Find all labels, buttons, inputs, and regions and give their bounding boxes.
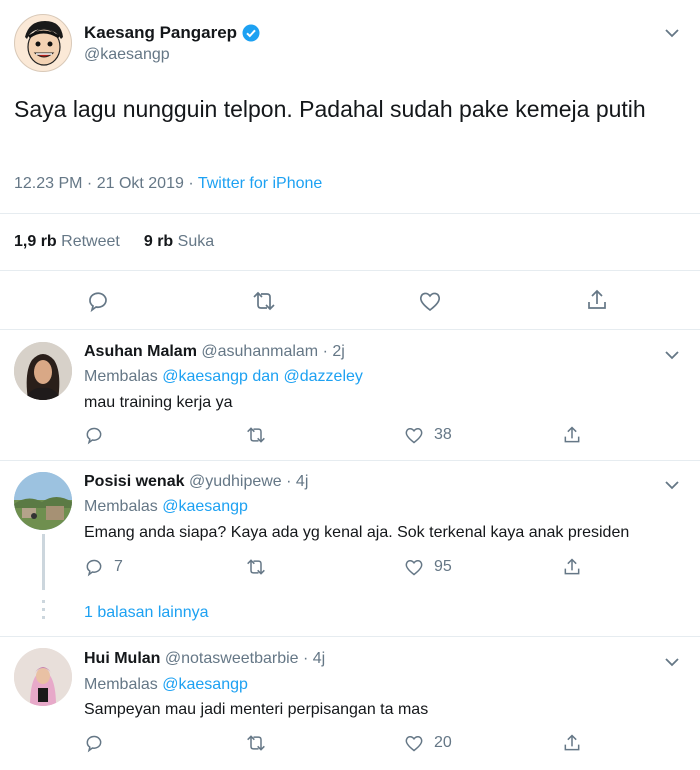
divider — [0, 636, 700, 637]
reply-icon — [86, 559, 102, 577]
like-button[interactable]: 20 — [404, 733, 452, 753]
share-button[interactable] — [562, 733, 582, 753]
share-button[interactable] — [562, 557, 582, 577]
mention-link[interactable]: @kaesangp — [162, 368, 248, 385]
share-button[interactable] — [585, 288, 609, 312]
like-count: 9 rb — [143, 233, 174, 250]
like-button[interactable]: 38 — [404, 425, 452, 445]
share-icon — [564, 558, 580, 575]
reply-button[interactable] — [84, 425, 114, 445]
reply-text: Sampeyan mau jadi menteri perpisangan ta… — [84, 701, 429, 718]
reply-button[interactable] — [86, 289, 110, 313]
reply-age[interactable]: · 4j — [286, 473, 308, 490]
reply-author-handle[interactable]: @asuhanmalam — [201, 343, 318, 360]
replying-and: dan — [252, 368, 280, 385]
retweet-icon — [247, 559, 265, 575]
verified-badge-icon — [242, 24, 260, 42]
chevron-down-icon[interactable] — [664, 655, 686, 669]
replying-to: Membalas @kaesangp — [84, 498, 248, 516]
reply-author-handle[interactable]: @yudhipewe — [189, 473, 282, 490]
retweet-icon — [247, 427, 265, 443]
chevron-down-icon[interactable] — [664, 478, 686, 492]
share-icon — [564, 734, 580, 751]
tweet-text: Saya lagu nungguin telpon. Padahal sudah… — [14, 96, 646, 122]
like-icon — [405, 736, 423, 752]
reply-author-name[interactable]: Posisi wenak — [84, 473, 185, 490]
mention-link[interactable]: @dazzeley — [284, 368, 363, 385]
share-icon — [588, 289, 606, 309]
tweet-source-link[interactable]: Twitter for iPhone — [198, 175, 323, 192]
like-count: 38 — [434, 426, 452, 443]
reply-icon — [86, 735, 102, 753]
reply-age[interactable]: · 2j — [323, 343, 345, 360]
replying-to: Membalas @kaesangp dan @dazzeley — [84, 368, 363, 386]
mention-link[interactable]: @kaesangp — [162, 676, 248, 693]
divider — [0, 270, 700, 271]
retweet-label: Retweet — [61, 233, 120, 250]
tweet-timestamp[interactable]: 12.23 PM · 21 Okt 2019 — [14, 175, 184, 192]
retweet-button[interactable] — [244, 425, 278, 445]
retweet-button[interactable] — [244, 557, 278, 577]
like-button[interactable] — [418, 289, 442, 313]
share-button[interactable] — [562, 425, 582, 445]
avatar[interactable] — [14, 342, 72, 400]
reply-button[interactable] — [84, 733, 114, 753]
tweet-stats: 1,9 rb Retweet 9 rb Suka — [14, 233, 214, 251]
retweet-stat[interactable]: 1,9 rb Retweet — [14, 233, 120, 251]
avatar[interactable] — [14, 14, 72, 72]
thread-dots — [42, 600, 45, 626]
reply-button[interactable]: 7 — [84, 557, 123, 577]
divider — [0, 213, 700, 214]
retweet-icon — [247, 735, 265, 751]
reply-text: mau training kerja ya — [84, 394, 233, 411]
replying-prefix: Membalas — [84, 498, 158, 515]
replying-to: Membalas @kaesangp — [84, 676, 248, 694]
reply-count: 7 — [114, 558, 123, 575]
reply-icon — [89, 292, 107, 313]
reply-age[interactable]: · 4j — [303, 650, 325, 667]
replying-prefix: Membalas — [84, 676, 158, 693]
like-icon — [419, 292, 441, 312]
avatar[interactable] — [14, 648, 72, 706]
reply-author-handle[interactable]: @notasweetbarbie — [165, 650, 299, 667]
retweet-button[interactable] — [244, 733, 278, 753]
author-name[interactable]: Kaesang Pangarep — [84, 23, 237, 43]
share-icon — [564, 426, 580, 443]
replying-prefix: Membalas — [84, 368, 158, 385]
like-count: 95 — [434, 558, 452, 575]
like-button[interactable]: 95 — [404, 557, 452, 577]
chevron-down-icon[interactable] — [664, 26, 686, 40]
divider — [0, 460, 700, 461]
author-handle[interactable]: @kaesangp — [84, 46, 170, 64]
reply-author-name[interactable]: Asuhan Malam — [84, 343, 197, 360]
like-stat[interactable]: 9 rb Suka — [144, 233, 214, 251]
like-icon — [405, 560, 423, 576]
chevron-down-icon[interactable] — [664, 348, 686, 362]
like-count: 20 — [434, 734, 452, 751]
more-replies-link[interactable]: 1 balasan lainnya — [84, 604, 209, 622]
mention-link[interactable]: @kaesangp — [162, 498, 248, 515]
retweet-button[interactable] — [250, 289, 278, 313]
thread-line — [42, 534, 45, 590]
divider — [0, 329, 700, 330]
retweet-count: 1,9 rb — [14, 233, 57, 250]
like-icon — [405, 428, 423, 444]
avatar[interactable] — [14, 472, 72, 530]
like-label: Suka — [177, 233, 215, 250]
reply-icon — [86, 427, 102, 445]
retweet-icon — [253, 291, 275, 311]
reply-text: Emang anda siapa? Kaya ada yg kenal aja.… — [84, 524, 630, 541]
reply-author-name[interactable]: Hui Mulan — [84, 650, 160, 667]
